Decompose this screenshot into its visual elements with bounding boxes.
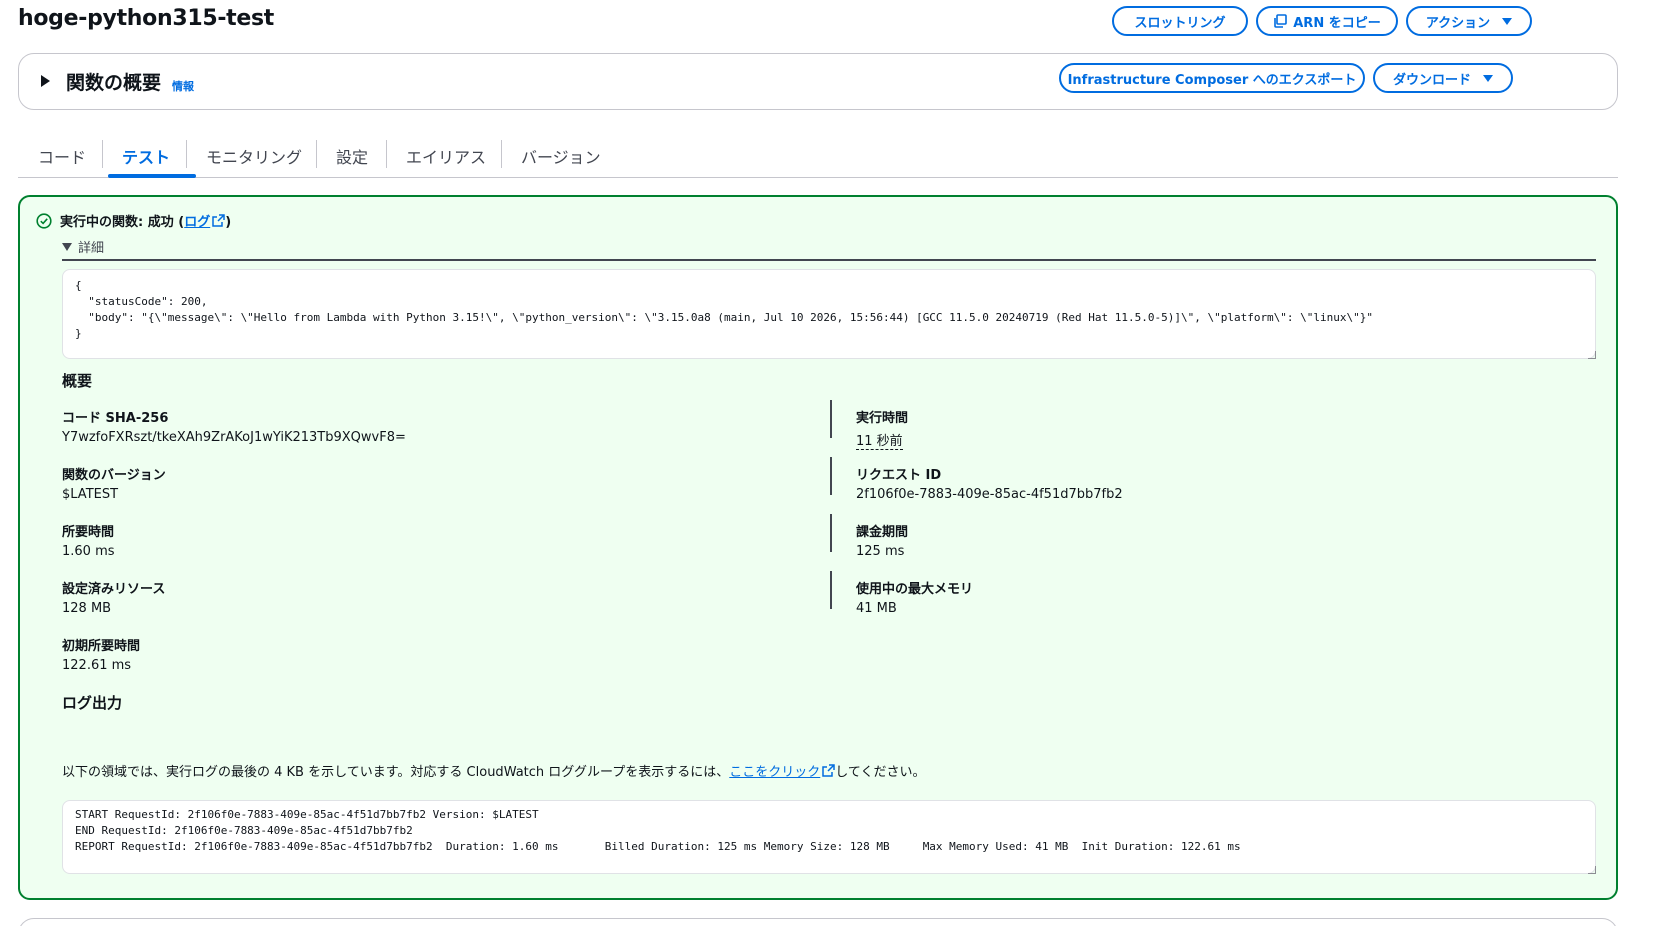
- triangle-down-icon: [62, 242, 72, 251]
- log-desc-suffix: してください。: [835, 765, 926, 780]
- test-result-panel: 実行中の関数: 成功 (ログ) 詳細 { "statusCode": 200, …: [18, 195, 1618, 900]
- actions-button[interactable]: アクション: [1406, 6, 1532, 36]
- download-button[interactable]: ダウンロード: [1373, 63, 1513, 93]
- details-toggle[interactable]: 詳細: [62, 237, 104, 256]
- billed-duration-value: 125 ms: [856, 544, 905, 559]
- external-link-icon[interactable]: [212, 214, 225, 227]
- throttle-button[interactable]: スロットリング: [1112, 6, 1248, 36]
- function-version-label: 関数のバージョン: [62, 468, 166, 483]
- column-divider: [830, 457, 832, 495]
- configured-resources-field: 設定済みリソース 128 MB: [62, 578, 165, 616]
- tab-separator: [186, 140, 187, 168]
- copy-arn-button-label: ARN をコピー: [1293, 15, 1381, 31]
- request-id-field: リクエスト ID 2f106f0e-7883-409e-85ac-4f51d7b…: [856, 464, 1123, 502]
- actions-button-label: アクション: [1425, 15, 1491, 31]
- column-divider: [830, 400, 832, 438]
- details-divider: [62, 259, 1596, 261]
- tab-test[interactable]: テスト: [122, 144, 170, 168]
- log-output-box[interactable]: START RequestId: 2f106f0e-7883-409e-85ac…: [62, 800, 1596, 874]
- overview-heading[interactable]: 関数の概要: [66, 68, 161, 95]
- code-sha-field: コード SHA-256 Y7wzfoFXRszt/tkeXAh9ZrAKoJ1w…: [62, 407, 406, 445]
- max-memory-field: 使用中の最大メモリ 41 MB: [856, 578, 973, 616]
- configured-resources-label: 設定済みリソース: [62, 582, 166, 597]
- max-memory-label: 使用中の最大メモリ: [856, 582, 974, 597]
- response-output[interactable]: { "statusCode": 200, "body": "{\"message…: [62, 269, 1596, 359]
- code-sha-label: コード SHA-256: [62, 411, 169, 426]
- throttle-button-label: スロットリング: [1134, 15, 1226, 31]
- execution-time-field: 実行時間 11 秒前: [856, 407, 909, 450]
- init-duration-label: 初期所要時間: [62, 639, 141, 654]
- duration-value: 1.60 ms: [62, 544, 115, 559]
- billed-duration-field: 課金期間 125 ms: [856, 521, 908, 559]
- details-label: 詳細: [78, 241, 105, 256]
- tab-separator: [102, 140, 103, 168]
- tab-separator: [316, 140, 317, 168]
- request-id-value: 2f106f0e-7883-409e-85ac-4f51d7bb7fb2: [856, 487, 1123, 502]
- tab-aliases[interactable]: エイリアス: [406, 144, 486, 168]
- log-link[interactable]: ログ: [184, 215, 210, 230]
- download-button-label: ダウンロード: [1392, 72, 1471, 88]
- log-output-heading: ログ出力: [62, 694, 123, 712]
- execution-status: 実行中の関数: 成功 (ログ): [36, 211, 231, 230]
- tab-code[interactable]: コード: [38, 144, 86, 168]
- check-circle-icon: [36, 212, 52, 229]
- init-duration-field: 初期所要時間 122.61 ms: [62, 635, 140, 673]
- external-link-icon[interactable]: [822, 764, 836, 777]
- export-composer-button[interactable]: Infrastructure Composer へのエクスポート: [1059, 63, 1365, 93]
- log-description: 以下の領域では、実行ログの最後の 4 KB を示しています。対応する Cloud…: [62, 761, 926, 780]
- summary-heading: 概要: [62, 372, 93, 390]
- tab-separator: [501, 140, 502, 168]
- duration-label: 所要時間: [62, 525, 115, 540]
- tab-versions[interactable]: バージョン: [521, 144, 601, 168]
- code-sha-value: Y7wzfoFXRszt/tkeXAh9ZrAKoJ1wYiK213Tb9XQw…: [62, 430, 406, 445]
- copy-arn-button[interactable]: ARN をコピー: [1256, 6, 1398, 36]
- function-tabs: コード テスト モニタリング 設定 エイリアス バージョン: [18, 134, 1618, 178]
- copy-icon: [1274, 14, 1288, 28]
- page-title: hoge-python315-test: [18, 6, 275, 31]
- tab-settings[interactable]: 設定: [336, 144, 368, 168]
- billed-duration-label: 課金期間: [856, 525, 909, 540]
- configured-resources-value: 128 MB: [62, 601, 112, 616]
- max-memory-value: 41 MB: [856, 601, 897, 616]
- tab-separator: [386, 140, 387, 168]
- column-divider: [830, 571, 832, 609]
- duration-field: 所要時間 1.60 ms: [62, 521, 115, 559]
- execution-time-label: 実行時間: [856, 411, 909, 426]
- tab-monitoring[interactable]: モニタリング: [206, 144, 302, 168]
- info-link[interactable]: 情報: [172, 78, 194, 94]
- init-duration-value: 122.61 ms: [62, 658, 132, 673]
- function-version-field: 関数のバージョン $LATEST: [62, 464, 166, 502]
- request-id-label: リクエスト ID: [856, 468, 942, 483]
- resize-handle-icon[interactable]: [1588, 866, 1596, 874]
- status-suffix: ): [225, 215, 232, 230]
- column-divider: [830, 514, 832, 552]
- function-version-value: $LATEST: [62, 487, 119, 502]
- active-tab-indicator: [108, 174, 196, 178]
- log-desc-prefix: 以下の領域では、実行ログの最後の 4 KB を示しています。対応する Cloud…: [62, 765, 730, 780]
- next-section-card: [18, 918, 1618, 926]
- status-text: 実行中の関数: 成功 (: [60, 215, 185, 230]
- resize-handle-icon[interactable]: [1588, 351, 1596, 359]
- caret-down-icon: [1502, 17, 1513, 25]
- caret-down-icon: [1483, 74, 1493, 82]
- cloudwatch-link[interactable]: ここをクリック: [729, 765, 820, 780]
- triangle-right-icon[interactable]: [41, 75, 50, 87]
- execution-time-value: 11 秒前: [856, 434, 903, 450]
- export-button-label: Infrastructure Composer へのエクスポート: [1067, 72, 1357, 88]
